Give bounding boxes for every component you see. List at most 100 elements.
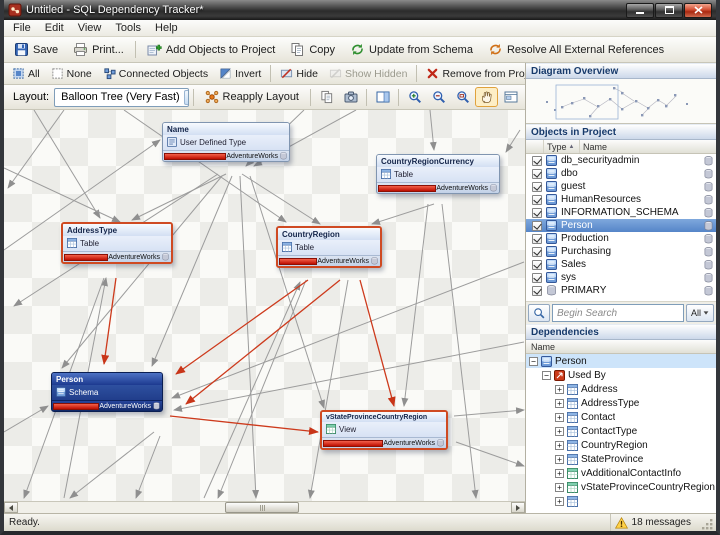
zoom-out-button[interactable] <box>427 87 450 107</box>
scrollbar-track[interactable] <box>18 502 511 513</box>
expand-icon[interactable] <box>555 413 564 422</box>
export-image-button[interactable] <box>339 87 362 107</box>
checkbox[interactable] <box>532 260 542 270</box>
object-row[interactable]: PRIMARY <box>526 284 716 297</box>
minimize-button[interactable] <box>626 3 654 18</box>
object-row[interactable]: Sales <box>526 258 716 271</box>
name-column-header[interactable]: Name <box>580 140 716 153</box>
menu-edit[interactable]: Edit <box>38 21 71 35</box>
copy-image-button[interactable] <box>315 87 338 107</box>
toggle-panels-button[interactable] <box>371 87 394 107</box>
layout-dropdown-button[interactable] <box>184 90 189 105</box>
print-button[interactable]: Print... <box>66 39 131 60</box>
object-row[interactable]: guest <box>526 180 716 193</box>
checkbox[interactable] <box>532 169 542 179</box>
tree-node-used-by[interactable]: Used By <box>526 368 716 382</box>
pan-button[interactable] <box>475 87 498 107</box>
close-button[interactable] <box>684 3 712 18</box>
checkbox[interactable] <box>532 182 542 192</box>
tree-node[interactable]: ContactType <box>526 424 716 438</box>
object-row[interactable]: INFORMATION_SCHEMA <box>526 206 716 219</box>
invert-selection-button[interactable]: Invert <box>214 64 266 83</box>
search-filter-button[interactable]: All <box>686 304 714 322</box>
tree-node[interactable]: Address <box>526 382 716 396</box>
resolve-references-button[interactable]: Resolve All External References <box>481 39 671 60</box>
tree-node-person[interactable]: Person <box>526 354 716 368</box>
object-row[interactable]: HumanResources <box>526 193 716 206</box>
layout-select[interactable]: Balloon Tree (Very Fast) <box>54 88 188 107</box>
scroll-left-button[interactable] <box>4 502 18 513</box>
canvas-horizontal-scrollbar[interactable] <box>4 501 525 513</box>
checkbox[interactable] <box>532 208 542 218</box>
checkbox[interactable] <box>532 195 542 205</box>
collapse-icon[interactable] <box>529 357 538 366</box>
tree-node[interactable]: AddressType <box>526 396 716 410</box>
checkbox[interactable] <box>532 221 542 231</box>
dependencies-header: Dependencies <box>526 324 716 340</box>
menu-view[interactable]: View <box>71 21 109 35</box>
select-none-button[interactable]: None <box>46 64 97 83</box>
tree-node[interactable]: vStateProvinceCountryRegion <box>526 480 716 494</box>
object-row[interactable]: sys <box>526 271 716 284</box>
layout-select-value: Balloon Tree (Very Fast) <box>61 91 180 103</box>
object-row[interactable]: dbo <box>526 167 716 180</box>
checkbox[interactable] <box>532 156 542 166</box>
diagram-node-countryregion[interactable]: CountryRegion Table AdventureWorks <box>276 226 382 268</box>
diagram-node-vstateprovincecountryregion[interactable]: vStateProvinceCountryRegion View Adventu… <box>320 410 448 450</box>
diagram-node-person[interactable]: Person Schema AdventureWorks <box>51 372 163 412</box>
resize-grip[interactable] <box>701 518 714 531</box>
tree-node[interactable]: vAdditionalContactInfo <box>526 466 716 480</box>
tree-node[interactable]: StateProvince <box>526 452 716 466</box>
expand-icon[interactable] <box>555 385 564 394</box>
checkbox[interactable] <box>532 286 542 296</box>
diagram-node-name[interactable]: Name User Defined Type AdventureWorks <box>162 122 290 162</box>
reapply-layout-button[interactable]: Reapply Layout <box>198 87 306 107</box>
select-all-button[interactable]: All <box>7 64 45 83</box>
tree-node[interactable]: Contact <box>526 410 716 424</box>
add-objects-button[interactable]: Add Objects to Project <box>140 39 282 60</box>
object-row[interactable]: Production <box>526 232 716 245</box>
diagram-canvas[interactable]: Name User Defined Type AdventureWorks Co… <box>4 110 525 501</box>
object-row-selected[interactable]: Person <box>526 219 716 232</box>
messages-button[interactable]: 18 messages <box>610 514 695 531</box>
maximize-button[interactable] <box>655 3 683 18</box>
expand-icon[interactable] <box>555 455 564 464</box>
expand-icon[interactable] <box>555 483 564 492</box>
checkbox[interactable] <box>532 234 542 244</box>
expand-icon[interactable] <box>555 441 564 450</box>
zoom-fit-button[interactable] <box>451 87 474 107</box>
titlebar[interactable]: Untitled - SQL Dependency Tracker* <box>4 0 716 20</box>
search-button[interactable] <box>528 304 550 322</box>
menu-file[interactable]: File <box>6 21 38 35</box>
diagram-node-countryregioncurrency[interactable]: CountryRegionCurrency Table AdventureWor… <box>376 154 500 194</box>
diagram-node-addresstype[interactable]: AddressType Table AdventureWorks <box>61 222 173 264</box>
diagram-overview-minimap[interactable] <box>526 79 716 124</box>
checkbox[interactable] <box>532 273 542 283</box>
menu-tools[interactable]: Tools <box>108 21 148 35</box>
overview-button[interactable] <box>499 87 522 107</box>
dependencies-column-header[interactable]: Name <box>526 340 716 354</box>
expand-icon[interactable] <box>555 399 564 408</box>
type-column-header[interactable]: Type▲ <box>544 140 580 153</box>
checkbox[interactable] <box>532 247 542 257</box>
zoom-in-button[interactable] <box>403 87 426 107</box>
node-title: CountryRegion <box>278 228 380 240</box>
tree-node[interactable]: CountryRegion <box>526 438 716 452</box>
expand-icon[interactable] <box>555 469 564 478</box>
tree-node-clipped[interactable] <box>526 494 716 508</box>
connected-objects-button[interactable]: Connected Objects <box>98 64 213 83</box>
expand-icon[interactable] <box>555 427 564 436</box>
save-button[interactable]: Save <box>7 39 65 60</box>
menu-help[interactable]: Help <box>148 21 185 35</box>
scroll-right-button[interactable] <box>511 502 525 513</box>
collapse-icon[interactable] <box>542 371 551 380</box>
object-row[interactable]: db_securityadmin <box>526 154 716 167</box>
update-from-schema-button[interactable]: Update from Schema <box>343 39 480 60</box>
checkbox-column-header[interactable] <box>526 140 544 153</box>
copy-button[interactable]: Copy <box>283 39 342 60</box>
scrollbar-thumb[interactable] <box>225 502 299 513</box>
object-row[interactable]: Purchasing <box>526 245 716 258</box>
hide-button[interactable]: Hide <box>275 64 323 83</box>
search-input[interactable] <box>552 304 684 322</box>
expand-icon[interactable] <box>555 497 564 506</box>
